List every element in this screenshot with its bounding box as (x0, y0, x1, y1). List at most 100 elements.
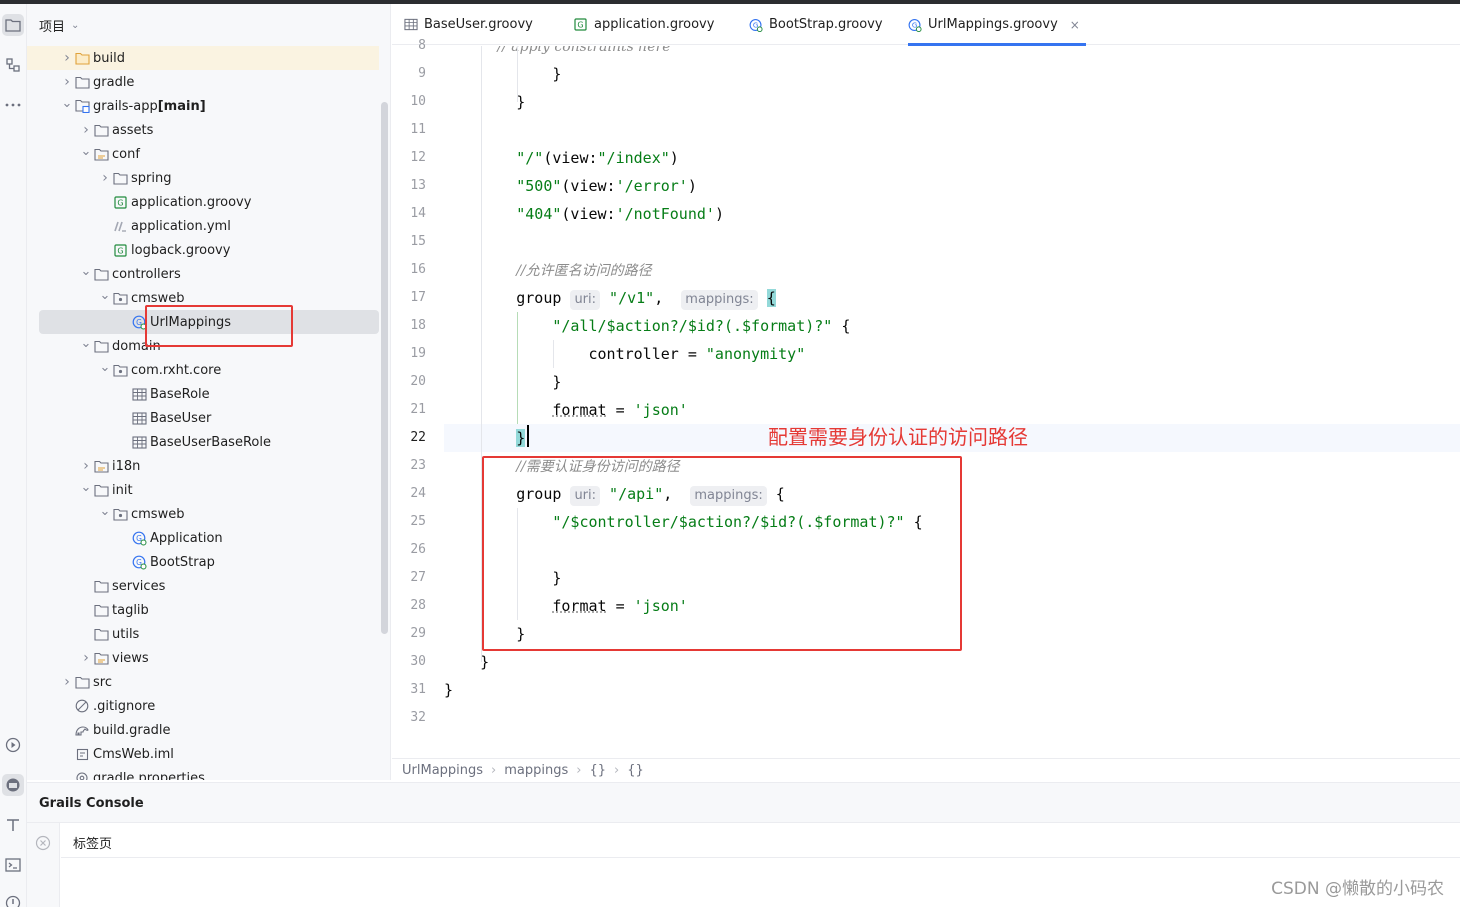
structure-icon[interactable] (2, 54, 24, 76)
tree-item[interactable]: build.gradle (27, 718, 379, 742)
code-editor[interactable]: } } } format = 'json' } "/$controller/$a… (444, 46, 1460, 758)
tree-item[interactable]: .gitignore (27, 694, 379, 718)
folder-icon (93, 602, 109, 618)
svg-text:G: G (117, 198, 123, 207)
project-panel-header[interactable]: 项目 ⌄ (39, 16, 79, 35)
editor-tab-label: BaseUser.groovy (424, 17, 533, 32)
tree-item[interactable]: › i18n (27, 454, 379, 478)
folder-icon (74, 674, 90, 690)
editor-tab[interactable]: G UrlMappings.groovy × (908, 4, 1086, 46)
tree-item[interactable]: ⌄ cmsweb (27, 286, 379, 310)
chevron-down-icon[interactable]: ⌄ (98, 504, 112, 519)
resource-folder-icon (93, 650, 109, 666)
tree-item-label: BaseUser (150, 410, 212, 426)
tree-item[interactable]: Glogback.groovy (27, 238, 379, 262)
breadcrumb-item[interactable]: {} (627, 763, 644, 778)
folder-icon (93, 578, 109, 594)
groovy-class-icon: G (131, 530, 147, 546)
breadcrumb-item[interactable]: UrlMappings (402, 763, 483, 778)
more-icon[interactable] (2, 94, 24, 116)
tree-item[interactable]: ⌄ domain (27, 334, 379, 358)
line-number: 15 (410, 234, 426, 249)
tree-item[interactable]: › views (27, 646, 379, 670)
chevron-down-icon[interactable]: ⌄ (79, 144, 93, 159)
chevron-down-icon[interactable]: ⌄ (98, 360, 112, 375)
code-token: } (444, 625, 526, 643)
tree-item-label: i18n (112, 458, 141, 474)
grails-console-icon[interactable] (2, 774, 24, 796)
tree-item[interactable]: ⌄ cmsweb (27, 502, 379, 526)
chevron-down-icon[interactable]: ⌄ (79, 480, 93, 495)
tree-item-label: cmsweb (131, 290, 185, 306)
code-token: (view: (543, 149, 598, 167)
tree-item[interactable]: ⌄ conf (27, 142, 379, 166)
close-icon[interactable]: × (1070, 18, 1080, 32)
code-token: } (444, 373, 562, 391)
code-token: { (904, 513, 923, 531)
breadcrumb-item[interactable]: {} (589, 763, 606, 778)
tree-item[interactable]: Gapplication.groovy (27, 190, 379, 214)
string-token: "500" (516, 177, 562, 195)
text-caret (527, 425, 529, 447)
editor-tab[interactable]: G BootStrap.groovy (749, 4, 889, 45)
console-tab[interactable]: 标签页 (73, 833, 112, 852)
tree-item[interactable]: ⌄ com.rxht.core (27, 358, 379, 382)
chevron-right-icon[interactable]: › (60, 674, 74, 690)
chevron-down-icon[interactable]: ⌄ (79, 264, 93, 279)
terminal-icon[interactable] (2, 854, 24, 876)
editor-tab[interactable]: Gapplication.groovy (574, 4, 720, 45)
tree-item[interactable]: utils (27, 622, 379, 646)
tree-item[interactable]: › build (27, 46, 379, 70)
tree-item[interactable]: BaseUser (27, 406, 379, 430)
table-icon (404, 18, 418, 32)
tree-item[interactable]: gradle.properties (27, 766, 379, 780)
tree-item[interactable]: ⌄ grails-app [main] (27, 94, 379, 118)
tree-item[interactable]: › gradle (27, 70, 379, 94)
tree-item[interactable]: services (27, 574, 379, 598)
tree-item[interactable]: BaseUserBaseRole (27, 430, 379, 454)
tree-item[interactable]: CmsWeb.iml (27, 742, 379, 766)
code-token: , (654, 289, 682, 307)
chevron-right-icon[interactable]: › (60, 50, 74, 66)
line-number: 20 (410, 374, 426, 389)
tree-item[interactable]: ⌄ controllers (27, 262, 379, 286)
tree-item[interactable]: › spring (27, 166, 379, 190)
chevron-right-icon[interactable]: › (79, 458, 93, 474)
tree-item[interactable]: G BootStrap (27, 550, 379, 574)
breadcrumb-item[interactable]: mappings (504, 763, 568, 778)
line-number: 18 (410, 318, 426, 333)
project-tree-scrollbar[interactable] (381, 102, 388, 634)
folder-icon (93, 338, 109, 354)
close-circle-icon[interactable] (35, 835, 51, 855)
chevron-down-icon[interactable]: ⌄ (98, 288, 112, 303)
code-token: { (832, 317, 851, 335)
chevron-right-icon[interactable]: › (79, 650, 93, 666)
tree-item[interactable]: G UrlMappings (39, 310, 379, 334)
run-icon[interactable] (2, 734, 24, 756)
tree-item-label: UrlMappings (150, 314, 232, 330)
chevron-down-icon[interactable]: ⌄ (60, 96, 74, 111)
project-folder-icon[interactable] (2, 14, 24, 36)
tree-item-label: init (112, 482, 133, 498)
chevron-right-icon[interactable]: › (98, 170, 112, 186)
tree-item-label: gradle (93, 74, 135, 90)
line-number: 17 (410, 290, 426, 305)
tree-item[interactable]: ⌄ init (27, 478, 379, 502)
tree-item[interactable]: › assets (27, 118, 379, 142)
comment-token: //需要认证身份访问的路径 (516, 459, 680, 475)
tree-item[interactable]: G Application (27, 526, 379, 550)
terminal-t-icon[interactable] (2, 814, 24, 836)
chevron-right-icon[interactable]: › (60, 74, 74, 90)
chevron-right-icon[interactable]: › (79, 122, 93, 138)
chevron-down-icon[interactable]: ⌄ (79, 336, 93, 351)
tree-item[interactable]: taglib (27, 598, 379, 622)
tree-item[interactable]: BaseRole (27, 382, 379, 406)
indent-guide (517, 46, 518, 102)
tree-item[interactable]: › src (27, 670, 379, 694)
problems-icon[interactable] (2, 892, 24, 907)
code-line: } (444, 620, 1460, 648)
tree-item[interactable]: application.yml (27, 214, 379, 238)
code-token: } (444, 681, 454, 699)
project-panel: 项目 ⌄ › build › gradle ⌄ grails-app [main] › ass… (27, 4, 391, 780)
